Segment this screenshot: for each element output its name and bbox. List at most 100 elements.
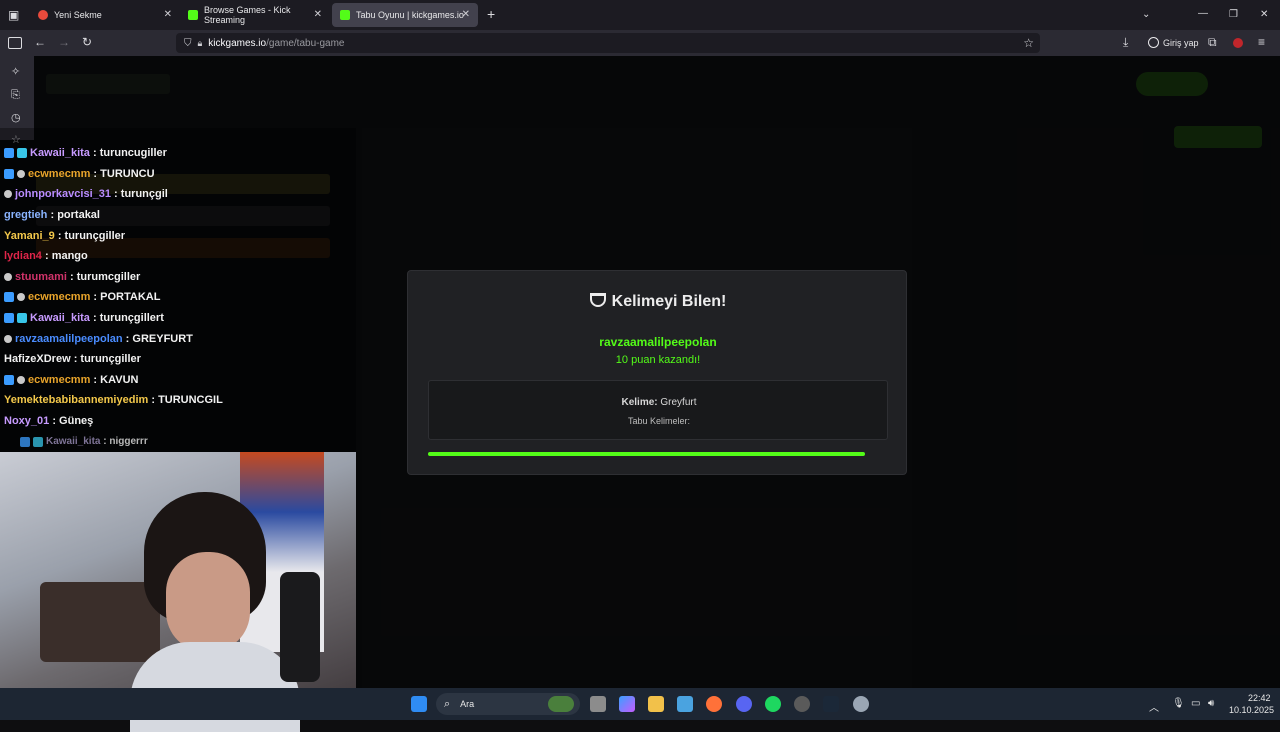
chat-text: KAVUN xyxy=(100,373,139,386)
bookmark-star-icon[interactable]: ☆ xyxy=(1023,36,1034,50)
chat-message: HafizeXDrew : turunçgiller xyxy=(0,349,356,370)
chat-username[interactable]: ecwmecmm xyxy=(28,168,90,180)
lock-icon: 🔒︎ xyxy=(197,37,203,48)
chat-text: turumcgiller xyxy=(76,270,141,283)
word-info-box: Kelime: Greyfurt Tabu Kelimeler: xyxy=(428,380,888,440)
chat-message: johnporkavcisi_31 : turunçgil xyxy=(0,184,356,205)
chat-message: Kawaii_kita : niggerrr xyxy=(0,431,356,452)
gear-badge-icon xyxy=(4,334,12,343)
restore-icon[interactable]: ❐ xyxy=(1229,9,1238,21)
forward-icon[interactable]: → xyxy=(58,36,70,48)
app-icon[interactable] xyxy=(794,696,810,712)
chat-message: lydian4 : mango xyxy=(0,246,356,267)
chat-separator: : xyxy=(122,332,133,345)
address-bar[interactable]: ⛉ 🔒︎ kickgames.io/game/tabu-game ☆ xyxy=(176,33,1040,53)
chat-message: gregtieh : portakal xyxy=(0,205,356,226)
winner-username: ravzaamalilpeepolan xyxy=(599,335,717,349)
clock-time[interactable]: 22:42 xyxy=(1248,693,1271,703)
kick-icon xyxy=(188,10,198,20)
synced-tabs-icon[interactable]: ⎘ xyxy=(11,89,20,101)
chat-username[interactable]: Yamani_9 xyxy=(4,230,55,242)
task-view-icon[interactable] xyxy=(590,696,606,712)
tray-chevron-icon[interactable]: ︿ xyxy=(1149,699,1159,714)
chat-message: ecwmecmm : PORTAKAL xyxy=(0,287,356,308)
chat-top-fade xyxy=(0,128,356,143)
copilot-icon[interactable] xyxy=(619,696,635,712)
browser-tab-bar: ▣ Yeni Sekme ✕ Browse Games - Kick Strea… xyxy=(0,0,1280,30)
close-icon[interactable]: ✕ xyxy=(164,9,172,20)
chat-message: Kawaii_kita : turuncugiller xyxy=(0,143,356,164)
tab-browse-games[interactable]: Browse Games - Kick Streaming ✕ xyxy=(180,0,330,30)
chat-username[interactable]: ravzaamalilpeepolan xyxy=(15,333,123,345)
chat-separator: : xyxy=(66,270,77,283)
menu-icon[interactable]: ≡ xyxy=(1258,36,1265,48)
history-icon[interactable]: ◷ xyxy=(11,112,21,124)
microphone-icon[interactable]: 🎙︎ xyxy=(1172,698,1185,709)
ublock-icon[interactable] xyxy=(1233,38,1243,48)
chat-text: turunçgiller xyxy=(80,353,141,366)
store-icon[interactable] xyxy=(677,696,693,712)
taskbar-search[interactable]: ⌕ Ara xyxy=(436,693,580,715)
spotify-icon[interactable] xyxy=(765,696,781,712)
tab-overview-icon[interactable]: ▣ xyxy=(8,9,19,21)
back-icon[interactable]: ← xyxy=(34,36,46,48)
winner-modal: Kelimeyi Bilen! ravzaamalilpeepolan 10 p… xyxy=(407,270,907,475)
ai-chat-icon[interactable]: ✧ xyxy=(11,66,20,78)
chat-username[interactable]: Kawaii_kita xyxy=(30,147,90,159)
chat-username[interactable]: johnporkavcisi_31 xyxy=(15,188,111,200)
word-value: Greyfurt xyxy=(660,397,697,408)
chat-text: turuncugiller xyxy=(99,147,167,160)
cube-badge-icon xyxy=(17,313,27,324)
chat-text: turunçgillert xyxy=(99,312,164,325)
chat-text: Güneş xyxy=(59,415,94,428)
new-tab-icon[interactable]: + xyxy=(487,7,495,21)
firefox-icon[interactable] xyxy=(706,696,722,712)
network-icon[interactable]: ▭ xyxy=(1191,698,1200,709)
shield-icon: ⛉ xyxy=(184,37,192,49)
steam-icon[interactable] xyxy=(823,696,839,712)
start-icon[interactable] xyxy=(411,696,427,712)
close-icon[interactable]: ✕ xyxy=(314,9,322,20)
modal-title: Kelimeyi Bilen! xyxy=(408,293,908,311)
chat-separator: : xyxy=(54,229,65,242)
gear-badge-icon xyxy=(17,293,25,302)
close-icon[interactable]: ✕ xyxy=(462,9,470,20)
tab-tabu-oyunu[interactable]: Tabu Oyunu | kickgames.io ✕ xyxy=(332,3,478,27)
chat-username[interactable]: ecwmecmm xyxy=(28,291,90,303)
minimize-icon[interactable]: — xyxy=(1198,8,1208,20)
chat-username[interactable]: Yemektebabibannemiyedim xyxy=(4,394,148,406)
volume-icon[interactable]: 🔊︎ xyxy=(1208,698,1214,709)
signin-button[interactable]: Giriş yap xyxy=(1148,37,1199,48)
chevron-down-icon[interactable]: ⌄ xyxy=(1142,9,1150,21)
settings-icon[interactable] xyxy=(853,696,869,712)
countdown-progress-bar xyxy=(428,452,865,456)
chat-username[interactable]: ecwmecmm xyxy=(28,374,90,386)
chat-username[interactable]: Kawaii_kita xyxy=(30,312,90,324)
chat-username[interactable]: Kawaii_kita xyxy=(46,436,100,447)
signin-label: Giriş yap xyxy=(1163,37,1199,48)
sidebar-toggle-icon[interactable] xyxy=(8,37,22,49)
chat-username[interactable]: gregtieh xyxy=(4,209,47,221)
discord-icon[interactable] xyxy=(736,696,752,712)
chat-separator: : xyxy=(41,250,52,263)
clock-date[interactable]: 10.10.2025 xyxy=(1229,705,1274,715)
chat-text: turunçgil xyxy=(120,188,168,201)
tab-label: Tabu Oyunu | kickgames.io xyxy=(356,10,464,20)
chat-message: stuumami : turumcgiller xyxy=(0,267,356,288)
extensions-icon[interactable]: ⧉ xyxy=(1208,36,1217,48)
chat-username[interactable]: stuumami xyxy=(15,271,67,283)
reload-icon[interactable]: ↻ xyxy=(82,36,92,48)
webcam-feed xyxy=(0,452,356,732)
modal-title-text: Kelimeyi Bilen! xyxy=(611,293,727,310)
cube-badge-icon xyxy=(17,148,27,159)
chat-username[interactable]: lydian4 xyxy=(4,250,42,262)
chat-username[interactable]: Noxy_01 xyxy=(4,415,49,427)
window-close-icon[interactable]: ✕ xyxy=(1260,9,1268,21)
chat-text: PORTAKAL xyxy=(100,291,161,304)
streamer xyxy=(130,492,300,732)
download-icon[interactable]: ⤓ xyxy=(1123,36,1128,48)
tab-yeni-sekme[interactable]: Yeni Sekme ✕ xyxy=(30,0,180,30)
gear-badge-icon xyxy=(17,375,25,384)
chat-username[interactable]: HafizeXDrew xyxy=(4,353,71,365)
file-explorer-icon[interactable] xyxy=(648,696,664,712)
